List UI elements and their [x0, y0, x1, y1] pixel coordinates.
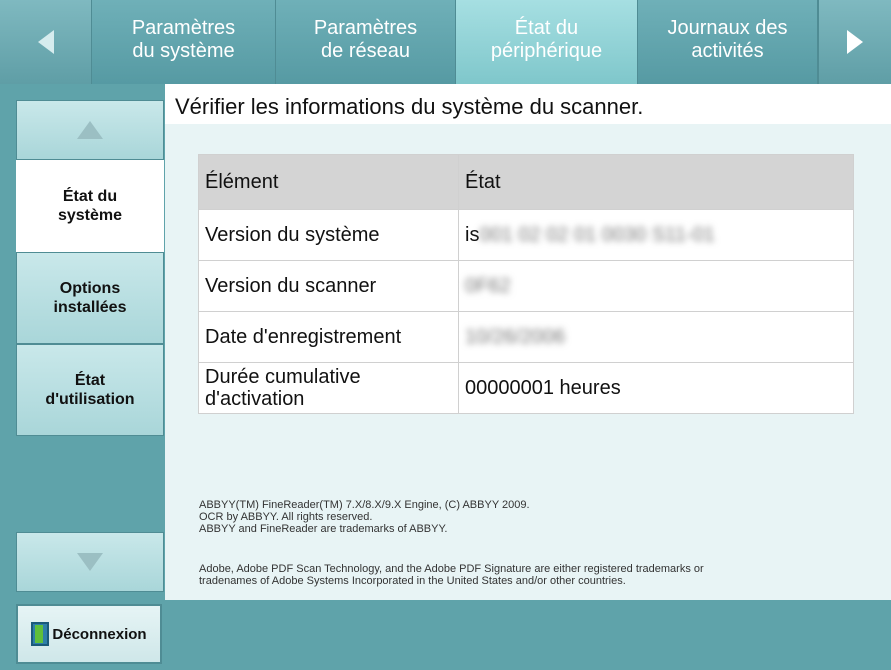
- tab-activity-logs[interactable]: Journaux des activités: [638, 0, 818, 84]
- sidebar: État du système Options installées État …: [0, 84, 170, 600]
- arrow-right-icon: [847, 30, 863, 54]
- logout-button[interactable]: Déconnexion: [16, 604, 162, 664]
- arrow-left-icon: [37, 30, 54, 54]
- table-row: Durée cumulative d'activation 00000001 h…: [198, 362, 854, 414]
- table-row: Date d'enregistrement 10/26/2006: [198, 311, 854, 363]
- sidebar-item-installed-options[interactable]: Options installées: [16, 252, 164, 344]
- row-label: Durée cumulative d'activation: [198, 362, 459, 414]
- notice-line: tradenames of Adobe Systems Incorporated…: [199, 575, 626, 587]
- tab-scroll-right-button[interactable]: [818, 0, 891, 84]
- logout-label: Déconnexion: [52, 625, 147, 643]
- heading-strip: Vérifier les informations du système du …: [165, 84, 891, 124]
- sidebar-item-usage-status[interactable]: État d'utilisation: [16, 344, 164, 436]
- column-header-item: Élément: [198, 154, 459, 210]
- door-exit-icon: [31, 622, 50, 646]
- tab-network-settings[interactable]: Paramètres de réseau: [276, 0, 456, 84]
- value-prefix: is: [465, 223, 480, 246]
- tab-system-settings[interactable]: Paramètres du système: [92, 0, 276, 84]
- table-row: Version du système is001 02 02 01 0030 S…: [198, 209, 854, 261]
- blurred-value: 0F62: [465, 274, 511, 297]
- sidebar-item-system-status[interactable]: État du système: [16, 160, 164, 252]
- notice-line: Adobe, Adobe PDF Scan Technology, and th…: [199, 563, 704, 575]
- row-value: 00000001 heures: [458, 362, 854, 414]
- arrow-down-icon: [77, 553, 103, 571]
- blurred-value: 10/26/2006: [465, 325, 566, 348]
- table-row: Version du scanner 0F62: [198, 260, 854, 312]
- tab-device-status[interactable]: État du périphérique: [456, 0, 638, 84]
- page-title: Vérifier les informations du système du …: [175, 94, 644, 119]
- column-header-status: État: [458, 154, 854, 210]
- main-content: Vérifier les informations du système du …: [165, 84, 891, 600]
- tab-scroll-left-button[interactable]: [0, 0, 92, 84]
- top-tab-bar: Paramètres du système Paramètres de rése…: [0, 0, 891, 84]
- table-header-row: Élément État: [198, 154, 854, 210]
- sidebar-scroll-up-button[interactable]: [16, 100, 164, 160]
- notice-line: OCR by ABBYY. All rights reserved.: [199, 511, 373, 523]
- row-value: 0F62: [458, 260, 854, 312]
- sidebar-scroll-down-button[interactable]: [16, 532, 164, 592]
- blurred-value: 001 02 02 01 0030 S11-01: [479, 223, 715, 246]
- row-label: Version du scanner: [198, 260, 459, 312]
- system-info-table: Élément État Version du système is001 02…: [198, 154, 854, 414]
- notice-line: ABBYY and FineReader are trademarks of A…: [199, 523, 448, 535]
- arrow-up-icon: [77, 121, 103, 139]
- row-label: Date d'enregistrement: [198, 311, 459, 363]
- row-value: is001 02 02 01 0030 S11-01: [458, 209, 854, 261]
- notice-line: ABBYY(TM) FineReader(TM) 7.X/8.X/9.X Eng…: [199, 499, 530, 511]
- row-label: Version du système: [198, 209, 459, 261]
- row-value: 10/26/2006: [458, 311, 854, 363]
